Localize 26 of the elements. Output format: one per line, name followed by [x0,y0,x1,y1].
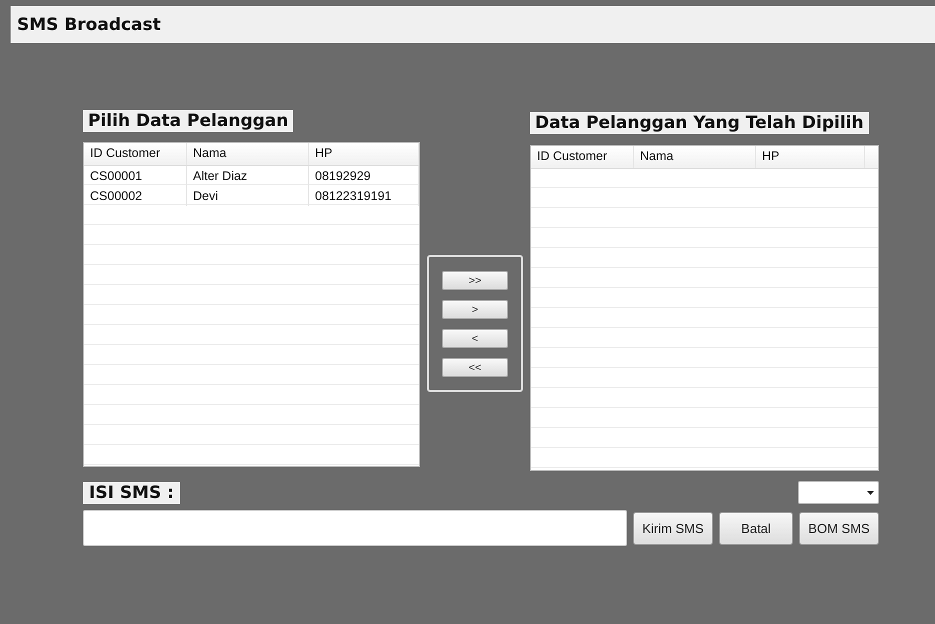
column-header[interactable]: ID Customer [84,143,187,165]
panel-heading: Data Pelanggan Yang Telah Dipilih [530,112,869,134]
column-header[interactable]: Nama [634,146,756,168]
window-title: SMS Broadcast [16,14,161,34]
action-button[interactable]: Kirim SMS [633,512,713,544]
table-cell: 08122319191 [309,186,419,206]
column-header[interactable]: HP [309,143,419,165]
action-button[interactable]: BOM SMS [799,512,879,544]
panel-heading: Pilih Data Pelanggan [83,110,294,132]
column-header[interactable]: Nama [187,143,309,165]
sms-label: ISI SMS : [83,482,180,504]
table-cell: Alter Diaz [187,166,309,186]
table-cell: 08192929 [309,166,419,186]
message-field[interactable] [83,510,627,546]
transfer-button[interactable]: << [442,358,508,377]
table-cell: Devi [187,186,309,206]
dropdown[interactable] [798,481,879,504]
transfer-button[interactable]: < [442,329,508,348]
transfer-button[interactable]: >> [442,271,508,290]
column-header[interactable]: ID Customer [531,146,634,168]
column-header[interactable]: HP [756,146,865,168]
transfer-button[interactable]: > [442,300,508,319]
action-button[interactable]: Batal [719,512,793,544]
table-cell: CS00002 [84,186,187,206]
table-cell: CS00001 [84,166,187,186]
caret-icon [867,490,874,494]
